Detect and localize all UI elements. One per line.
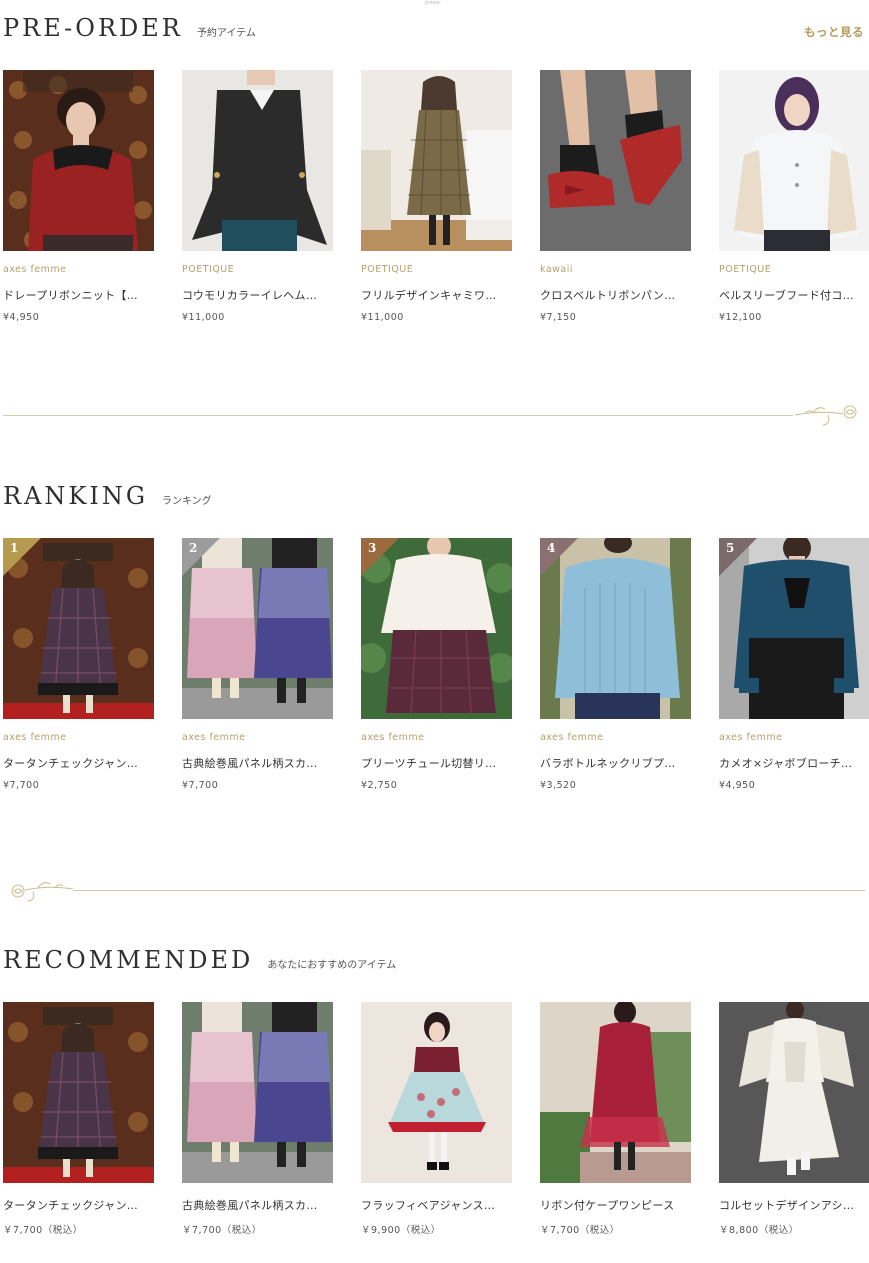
product-card[interactable]: axes femme ドレープリボンニット【… ¥4,950 bbox=[3, 70, 154, 323]
product-image[interactable] bbox=[182, 70, 333, 251]
product-image[interactable]: 4 bbox=[540, 538, 691, 719]
product-card[interactable]: 4 axes femme バラボトルネックリブプ… ¥3,520 bbox=[540, 538, 691, 791]
product-image[interactable] bbox=[182, 1002, 333, 1183]
product-name[interactable]: 古典絵巻風パネル柄スカ… bbox=[182, 1197, 333, 1213]
ranking-product-grid: 1 axes femme タータンチェックジャン… ¥7,700 2 axes … bbox=[3, 538, 869, 791]
product-name[interactable]: フリルデザインキャミワ… bbox=[361, 287, 512, 303]
product-price: ¥4,950 bbox=[719, 780, 756, 791]
rank-badge bbox=[540, 538, 578, 576]
preorder-subtitle: 予約アイテム bbox=[196, 28, 256, 39]
product-brand: POETIQUE bbox=[182, 264, 235, 275]
product-card[interactable]: 1 axes femme タータンチェックジャン… ¥7,700 bbox=[3, 538, 154, 791]
product-card[interactable]: POETIQUE ベルスリーブフード付コ… ¥12,100 bbox=[719, 70, 869, 323]
top-tiny-logo-text: femme bbox=[425, 0, 441, 6]
preorder-title: PRE-ORDER bbox=[3, 14, 183, 42]
recommended-title: RECOMMENDED bbox=[3, 946, 254, 974]
product-brand: axes femme bbox=[719, 732, 783, 743]
product-card[interactable]: POETIQUE フリルデザインキャミワ… ¥11,000 bbox=[361, 70, 512, 323]
recommended-subtitle: あなたにおすすめのアイテム bbox=[267, 960, 397, 971]
product-name[interactable]: ドレープリボンニット【… bbox=[3, 287, 154, 303]
product-image[interactable] bbox=[3, 1002, 154, 1183]
preorder-product-grid: axes femme ドレープリボンニット【… ¥4,950 POETIQUE … bbox=[3, 70, 869, 323]
product-price: ￥9,900（税込） bbox=[361, 1225, 441, 1236]
rank-number: 1 bbox=[10, 541, 19, 555]
product-brand: kawaii bbox=[540, 264, 574, 275]
product-card[interactable]: 2 axes femme 古典絵巻風パネル柄スカ… ¥7,700 bbox=[182, 538, 333, 791]
product-card[interactable]: 5 axes femme カメオ×ジャボブローチ… ¥4,950 bbox=[719, 538, 869, 791]
rank-number: 3 bbox=[368, 541, 377, 555]
rank-badge bbox=[182, 538, 220, 576]
product-name[interactable]: クロスベルトリボンパン… bbox=[540, 287, 691, 303]
product-card[interactable]: 3 axes femme プリーツチュール切替リ… ¥2,750 bbox=[361, 538, 512, 791]
product-image[interactable]: 2 bbox=[182, 538, 333, 719]
product-brand: axes femme bbox=[3, 732, 67, 743]
section-divider bbox=[3, 400, 865, 430]
product-image[interactable]: 3 bbox=[361, 538, 512, 719]
product-name[interactable]: プリーツチュール切替リ… bbox=[361, 755, 512, 771]
rose-ornament-icon bbox=[794, 405, 857, 426]
product-name[interactable]: フラッフィベアジャンス… bbox=[361, 1197, 512, 1213]
product-image[interactable] bbox=[361, 1002, 512, 1183]
product-brand: axes femme bbox=[3, 264, 67, 275]
product-price: ¥4,950 bbox=[3, 312, 40, 323]
ranking-heading: RANKING ランキング bbox=[3, 482, 212, 510]
product-price: ¥2,750 bbox=[361, 780, 398, 791]
product-brand: axes femme bbox=[540, 732, 604, 743]
rose-ornament-icon bbox=[11, 882, 74, 902]
preorder-heading: PRE-ORDER 予約アイテム bbox=[3, 14, 256, 42]
product-price: ¥7,150 bbox=[540, 312, 577, 323]
product-name[interactable]: カメオ×ジャボブローチ… bbox=[719, 755, 869, 771]
product-card[interactable]: コルセットデザインアシ… ￥8,800（税込） bbox=[719, 1002, 869, 1236]
product-brand: POETIQUE bbox=[719, 264, 772, 275]
product-name[interactable]: コルセットデザインアシ… bbox=[719, 1197, 869, 1213]
rank-badge bbox=[719, 538, 757, 576]
rank-number: 2 bbox=[189, 541, 198, 555]
product-price: ¥12,100 bbox=[719, 312, 762, 323]
product-image[interactable] bbox=[540, 1002, 691, 1183]
product-card[interactable]: 古典絵巻風パネル柄スカ… ￥7,700（税込） bbox=[182, 1002, 333, 1236]
product-name[interactable]: タータンチェックジャン… bbox=[3, 1197, 154, 1213]
see-more-link[interactable]: もっと見る bbox=[804, 24, 864, 40]
product-price: ￥7,700（税込） bbox=[540, 1225, 620, 1236]
product-price: ￥7,700（税込） bbox=[182, 1225, 262, 1236]
product-name[interactable]: タータンチェックジャン… bbox=[3, 755, 154, 771]
product-image[interactable] bbox=[3, 70, 154, 251]
product-card[interactable]: タータンチェックジャン… ￥7,700（税込） bbox=[3, 1002, 154, 1236]
product-card[interactable]: フラッフィベアジャンス… ￥9,900（税込） bbox=[361, 1002, 512, 1236]
section-divider bbox=[3, 875, 865, 905]
product-image[interactable] bbox=[361, 70, 512, 251]
product-image[interactable]: 5 bbox=[719, 538, 869, 719]
product-price: ¥11,000 bbox=[182, 312, 225, 323]
product-brand: axes femme bbox=[182, 732, 246, 743]
recommended-heading: RECOMMENDED あなたにおすすめのアイテム bbox=[3, 946, 396, 974]
ranking-title: RANKING bbox=[3, 482, 148, 510]
product-price: ￥8,800（税込） bbox=[719, 1225, 799, 1236]
product-price: ¥7,700 bbox=[182, 780, 219, 791]
product-name[interactable]: バラボトルネックリブプ… bbox=[540, 755, 691, 771]
product-brand: axes femme bbox=[361, 732, 425, 743]
ranking-subtitle: ランキング bbox=[161, 496, 212, 507]
product-card[interactable]: kawaii クロスベルトリボンパン… ¥7,150 bbox=[540, 70, 691, 323]
rank-badge bbox=[361, 538, 399, 576]
product-image[interactable]: 1 bbox=[3, 538, 154, 719]
product-price: ¥7,700 bbox=[3, 780, 40, 791]
product-name[interactable]: ベルスリーブフード付コ… bbox=[719, 287, 869, 303]
product-image[interactable] bbox=[719, 70, 869, 251]
product-name[interactable]: 古典絵巻風パネル柄スカ… bbox=[182, 755, 333, 771]
product-price: ￥7,700（税込） bbox=[3, 1225, 83, 1236]
product-brand: POETIQUE bbox=[361, 264, 414, 275]
rank-badge bbox=[3, 538, 41, 576]
rank-number: 5 bbox=[726, 541, 735, 555]
product-price: ¥11,000 bbox=[361, 312, 404, 323]
product-name[interactable]: リボン付ケープワンピース bbox=[540, 1197, 691, 1213]
rank-number: 4 bbox=[547, 541, 556, 555]
product-image[interactable] bbox=[719, 1002, 869, 1183]
recommended-product-grid: タータンチェックジャン… ￥7,700（税込） 古典絵巻風パネル柄スカ… ￥7,… bbox=[3, 1002, 869, 1236]
product-price: ¥3,520 bbox=[540, 780, 577, 791]
product-image[interactable] bbox=[540, 70, 691, 251]
product-card[interactable]: POETIQUE コウモリカラーイレヘム… ¥11,000 bbox=[182, 70, 333, 323]
product-card[interactable]: リボン付ケープワンピース ￥7,700（税込） bbox=[540, 1002, 691, 1236]
product-name[interactable]: コウモリカラーイレヘム… bbox=[182, 287, 333, 303]
